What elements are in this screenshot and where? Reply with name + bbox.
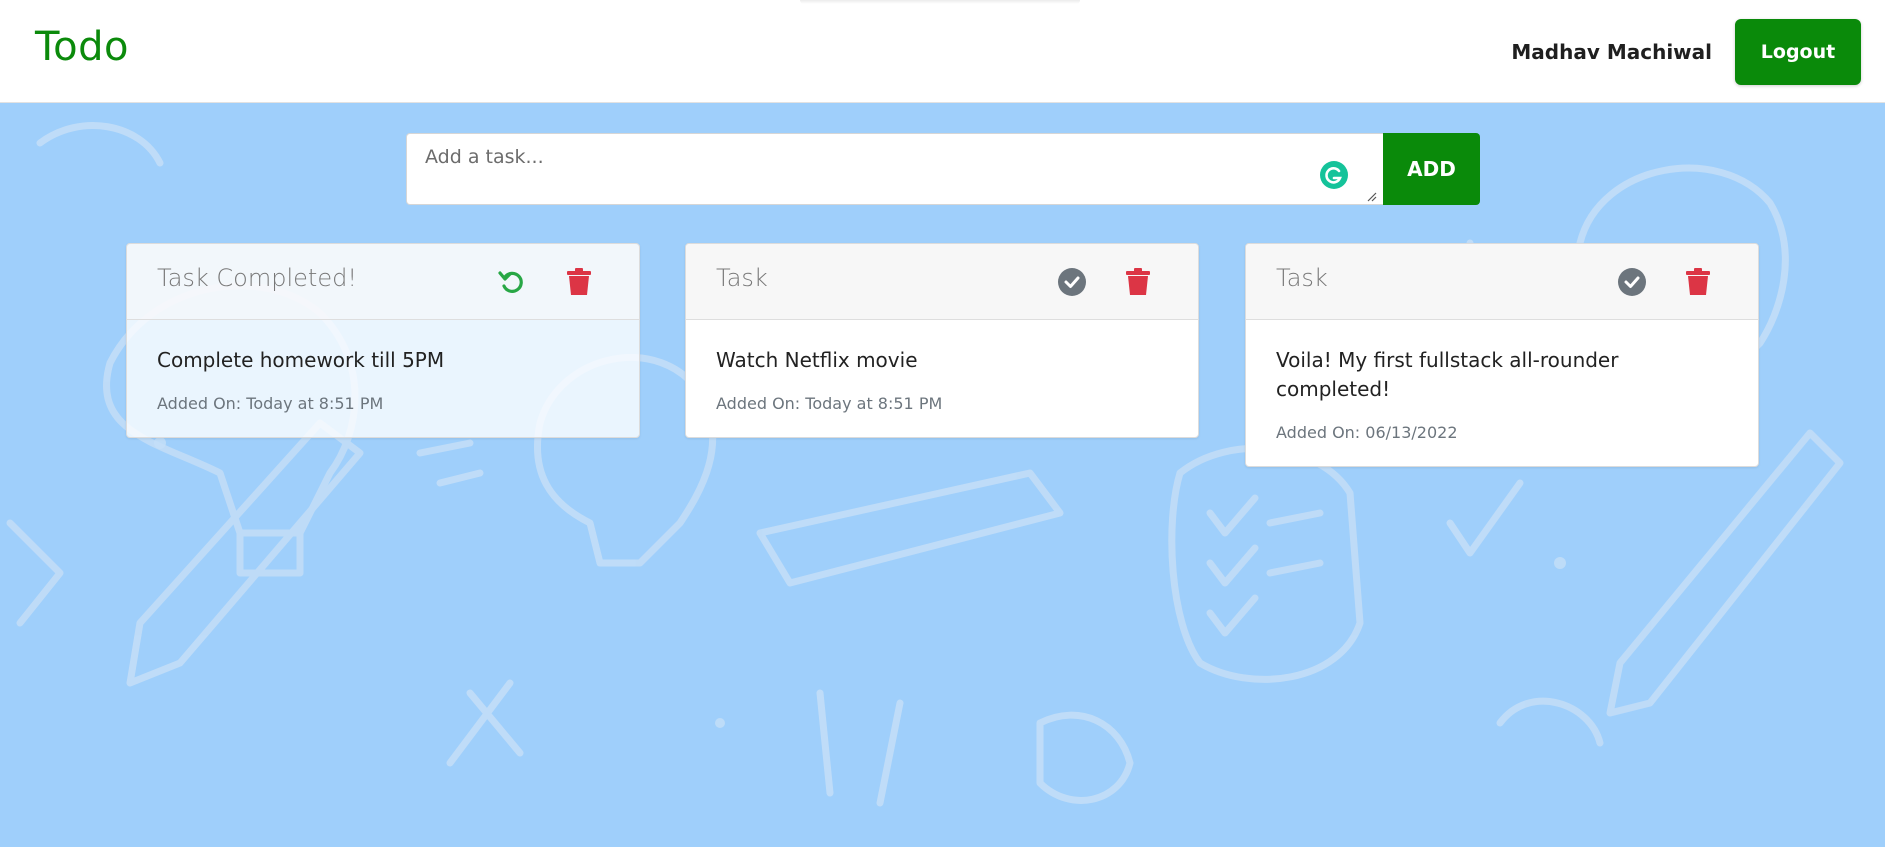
doodle-background	[6, 122, 1844, 807]
task-input[interactable]	[406, 133, 1383, 205]
undo-icon[interactable]	[496, 266, 528, 298]
card-body: Complete homework till 5PM Added On: Tod…	[127, 320, 639, 437]
task-card: Task Watch Netflix movie Added On: Today…	[685, 243, 1199, 438]
add-task-form: ADD	[406, 133, 1480, 205]
task-text: Complete homework till 5PM	[157, 348, 445, 372]
add-task-button[interactable]: ADD	[1383, 133, 1480, 205]
card-header: Task	[686, 244, 1198, 320]
card-title: Task	[1276, 264, 1328, 292]
logout-button[interactable]: Logout	[1735, 19, 1861, 85]
task-date: Added On: Today at 8:51 PM	[157, 394, 384, 413]
username-label: Madhav Machiwal	[1511, 40, 1712, 64]
trash-icon[interactable]	[1682, 266, 1714, 298]
brand-title[interactable]: Todo	[35, 24, 129, 70]
card-title: Task Completed!	[157, 264, 357, 292]
task-text: Watch Netflix movie	[716, 348, 918, 372]
card-header: Task	[1246, 244, 1758, 320]
grammarly-icon[interactable]	[1317, 161, 1351, 189]
trash-icon[interactable]	[1122, 266, 1154, 298]
task-date: Added On: Today at 8:51 PM	[716, 394, 943, 413]
card-body: Watch Netflix movie Added On: Today at 8…	[686, 320, 1198, 437]
task-text: Voila! My first fullstack all-rounder co…	[1276, 348, 1619, 401]
top-tab-shadow	[800, 0, 1080, 4]
check-circle-icon[interactable]	[1616, 266, 1648, 298]
task-card: Task Completed! Complete homework till 5…	[126, 243, 640, 438]
check-circle-icon[interactable]	[1056, 266, 1088, 298]
task-date: Added On: 06/13/2022	[1276, 423, 1458, 442]
resize-handle-icon[interactable]	[1367, 192, 1377, 202]
task-card: Task Voila! My first fullstack all-round…	[1245, 243, 1759, 467]
trash-icon[interactable]	[563, 266, 595, 298]
card-header: Task Completed!	[127, 244, 639, 320]
card-body: Voila! My first fullstack all-rounder co…	[1246, 320, 1758, 466]
navbar: Todo Madhav Machiwal Logout	[0, 0, 1885, 103]
card-title: Task	[716, 264, 768, 292]
